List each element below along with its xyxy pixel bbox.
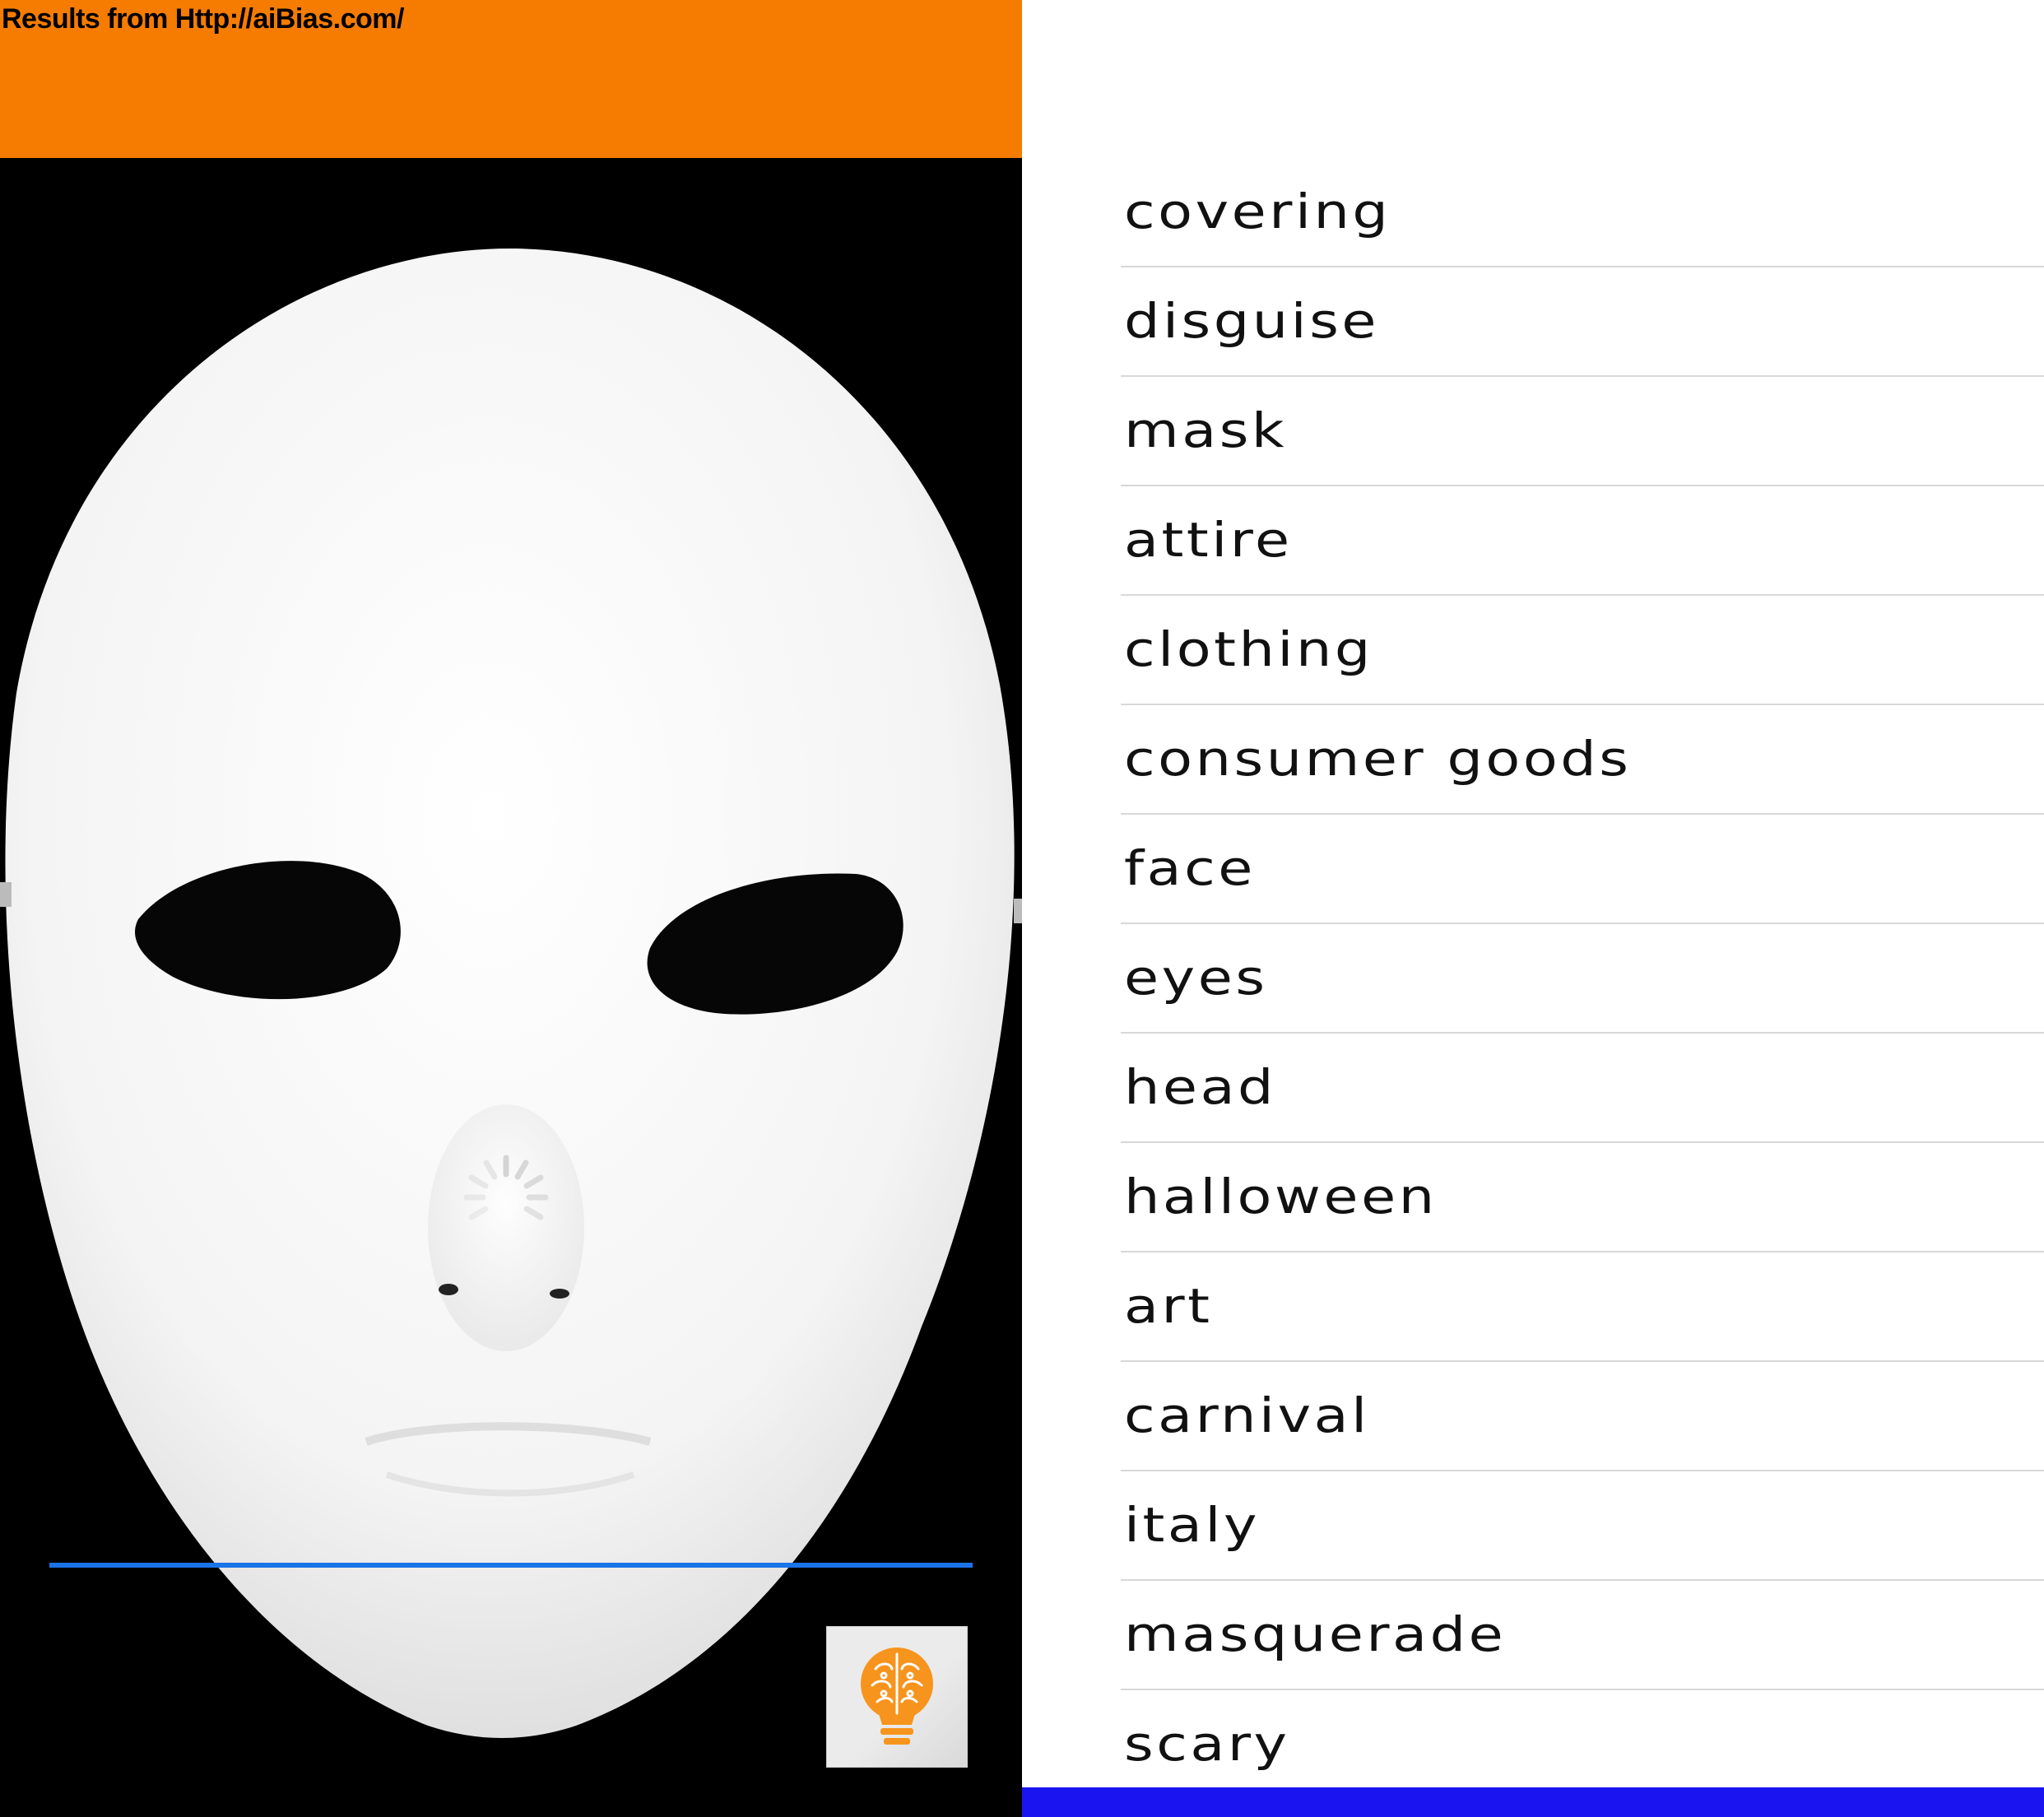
left-panel: Results from Http://aiBias.com/	[0, 0, 1022, 1817]
tag-item[interactable]: face	[1121, 815, 2044, 924]
tag-item[interactable]: eyes	[1121, 924, 2044, 1034]
header-bar: Results from Http://aiBias.com/	[0, 0, 1022, 158]
tag-item[interactable]: disguise	[1121, 267, 2044, 377]
tag-item[interactable]: attire	[1121, 486, 2044, 596]
header-title: Results from Http://aiBias.com/	[2, 3, 404, 35]
tag-item[interactable]: covering	[1121, 158, 2044, 267]
progress-line	[49, 1563, 973, 1568]
tag-label: covering	[1124, 184, 1391, 239]
tag-label: mask	[1124, 402, 1288, 458]
tag-label: clothing	[1124, 621, 1373, 677]
mask-photo	[0, 158, 1022, 1817]
tag-label: carnival	[1124, 1387, 1370, 1443]
tag-item[interactable]: head	[1121, 1034, 2044, 1143]
tag-item[interactable]: italy	[1121, 1471, 2044, 1581]
brain-lightbulb-icon[interactable]	[826, 1626, 968, 1768]
tag-item[interactable]: mask	[1121, 377, 2044, 486]
tag-label: eyes	[1124, 950, 1268, 1006]
tag-item[interactable]: consumer goods	[1121, 705, 2044, 815]
tag-label: italy	[1124, 1497, 1261, 1553]
spinner-icon	[463, 1155, 549, 1220]
tag-label: disguise	[1124, 293, 1380, 349]
tag-item[interactable]: scary	[1121, 1690, 2044, 1798]
tag-label: halloween	[1124, 1169, 1438, 1224]
tag-list: covering disguise mask attire clothing c…	[1121, 158, 2044, 1798]
tag-label: face	[1124, 840, 1256, 896]
tag-item[interactable]: art	[1121, 1252, 2044, 1362]
tag-item[interactable]: halloween	[1121, 1143, 2044, 1252]
tag-label: attire	[1124, 512, 1293, 568]
tag-label: art	[1124, 1278, 1213, 1334]
tag-label: masquerade	[1124, 1606, 1507, 1662]
tag-item[interactable]: masquerade	[1121, 1581, 2044, 1690]
bottom-bar	[1022, 1787, 2044, 1817]
tag-item[interactable]: clothing	[1121, 596, 2044, 705]
right-panel: covering disguise mask attire clothing c…	[1022, 0, 2044, 1817]
tag-item[interactable]: carnival	[1121, 1362, 2044, 1471]
tag-label: consumer goods	[1124, 731, 1632, 787]
tag-label: scary	[1124, 1716, 1290, 1772]
tag-label: head	[1124, 1059, 1277, 1115]
